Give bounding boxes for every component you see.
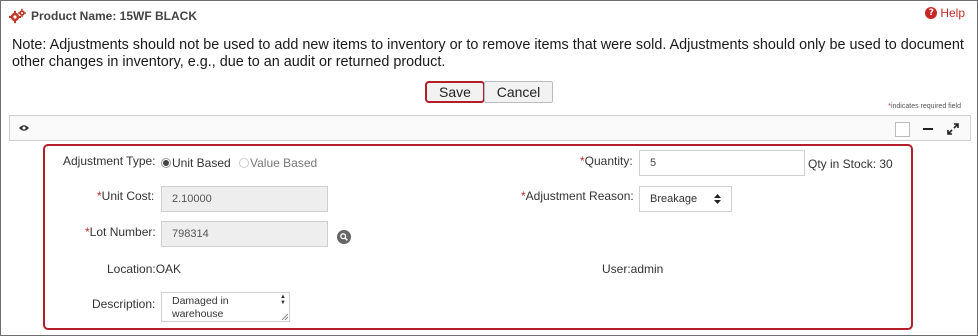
qty-in-stock: Qty in Stock: 30 — [808, 157, 893, 171]
product-title: Product Name: 15WF BLACK — [31, 9, 198, 23]
unit-cost-label: *Unit Cost: — [97, 189, 155, 203]
required-field-note: *indicates required field — [888, 103, 961, 110]
action-bar: Save Cancel — [1, 81, 978, 105]
description-label: Description: — [92, 297, 156, 311]
select-arrows-icon — [714, 194, 721, 204]
panel-collapse-button[interactable] — [918, 119, 938, 139]
resize-handle-icon[interactable] — [281, 313, 288, 320]
help-label: Help — [940, 6, 965, 20]
adjustment-reason-select[interactable]: Breakage — [639, 186, 732, 212]
radio-value-based[interactable]: Value Based — [239, 156, 317, 170]
save-button[interactable]: Save — [425, 81, 485, 103]
radio-selected-icon — [161, 158, 171, 168]
cancel-button[interactable]: Cancel — [484, 81, 553, 103]
panel-expand-button[interactable] — [943, 119, 963, 139]
quantity-input[interactable]: 5 — [639, 150, 805, 176]
panel-header — [9, 115, 971, 141]
radio-unselected-icon — [239, 158, 249, 168]
unit-cost-field: 2.10000 — [161, 186, 328, 212]
location-text: Location:OAK — [107, 262, 182, 276]
lot-number-label: *Lot Number: — [85, 225, 156, 239]
quantity-label: *Quantity: — [580, 154, 633, 168]
adjustment-form: Adjustment Type: Unit Based Value Based … — [43, 144, 913, 330]
lot-number-field: 798314 — [161, 221, 328, 247]
checkbox-icon — [894, 121, 910, 137]
window-title-bar: Product Name: 15WF BLACK — [9, 7, 197, 25]
adjustment-type-label: Adjustment Type: — [63, 154, 156, 168]
user-text: User:admin — [602, 262, 664, 276]
textarea-spinner-icon[interactable]: ▲ ▼ — [279, 294, 287, 306]
gears-icon — [9, 8, 26, 24]
search-icon[interactable] — [337, 230, 351, 244]
adjustment-note: Note: Adjustments should not be used to … — [12, 37, 964, 70]
adjustment-window: Product Name: 15WF BLACK ? Help Note: Ad… — [0, 0, 978, 336]
radio-unit-based[interactable]: Unit Based — [161, 156, 231, 170]
question-circle-icon: ? — [925, 7, 938, 19]
description-textarea[interactable]: Damaged in warehouse ▲ ▼ — [161, 292, 290, 322]
panel-select-checkbox[interactable] — [892, 119, 912, 139]
adjustment-reason-label: *Adjustment Reason: — [521, 189, 634, 203]
help-link[interactable]: ? Help — [925, 6, 965, 20]
expand-arrows-icon — [947, 123, 959, 135]
eye-icon[interactable] — [19, 124, 29, 132]
minus-icon — [923, 128, 933, 130]
